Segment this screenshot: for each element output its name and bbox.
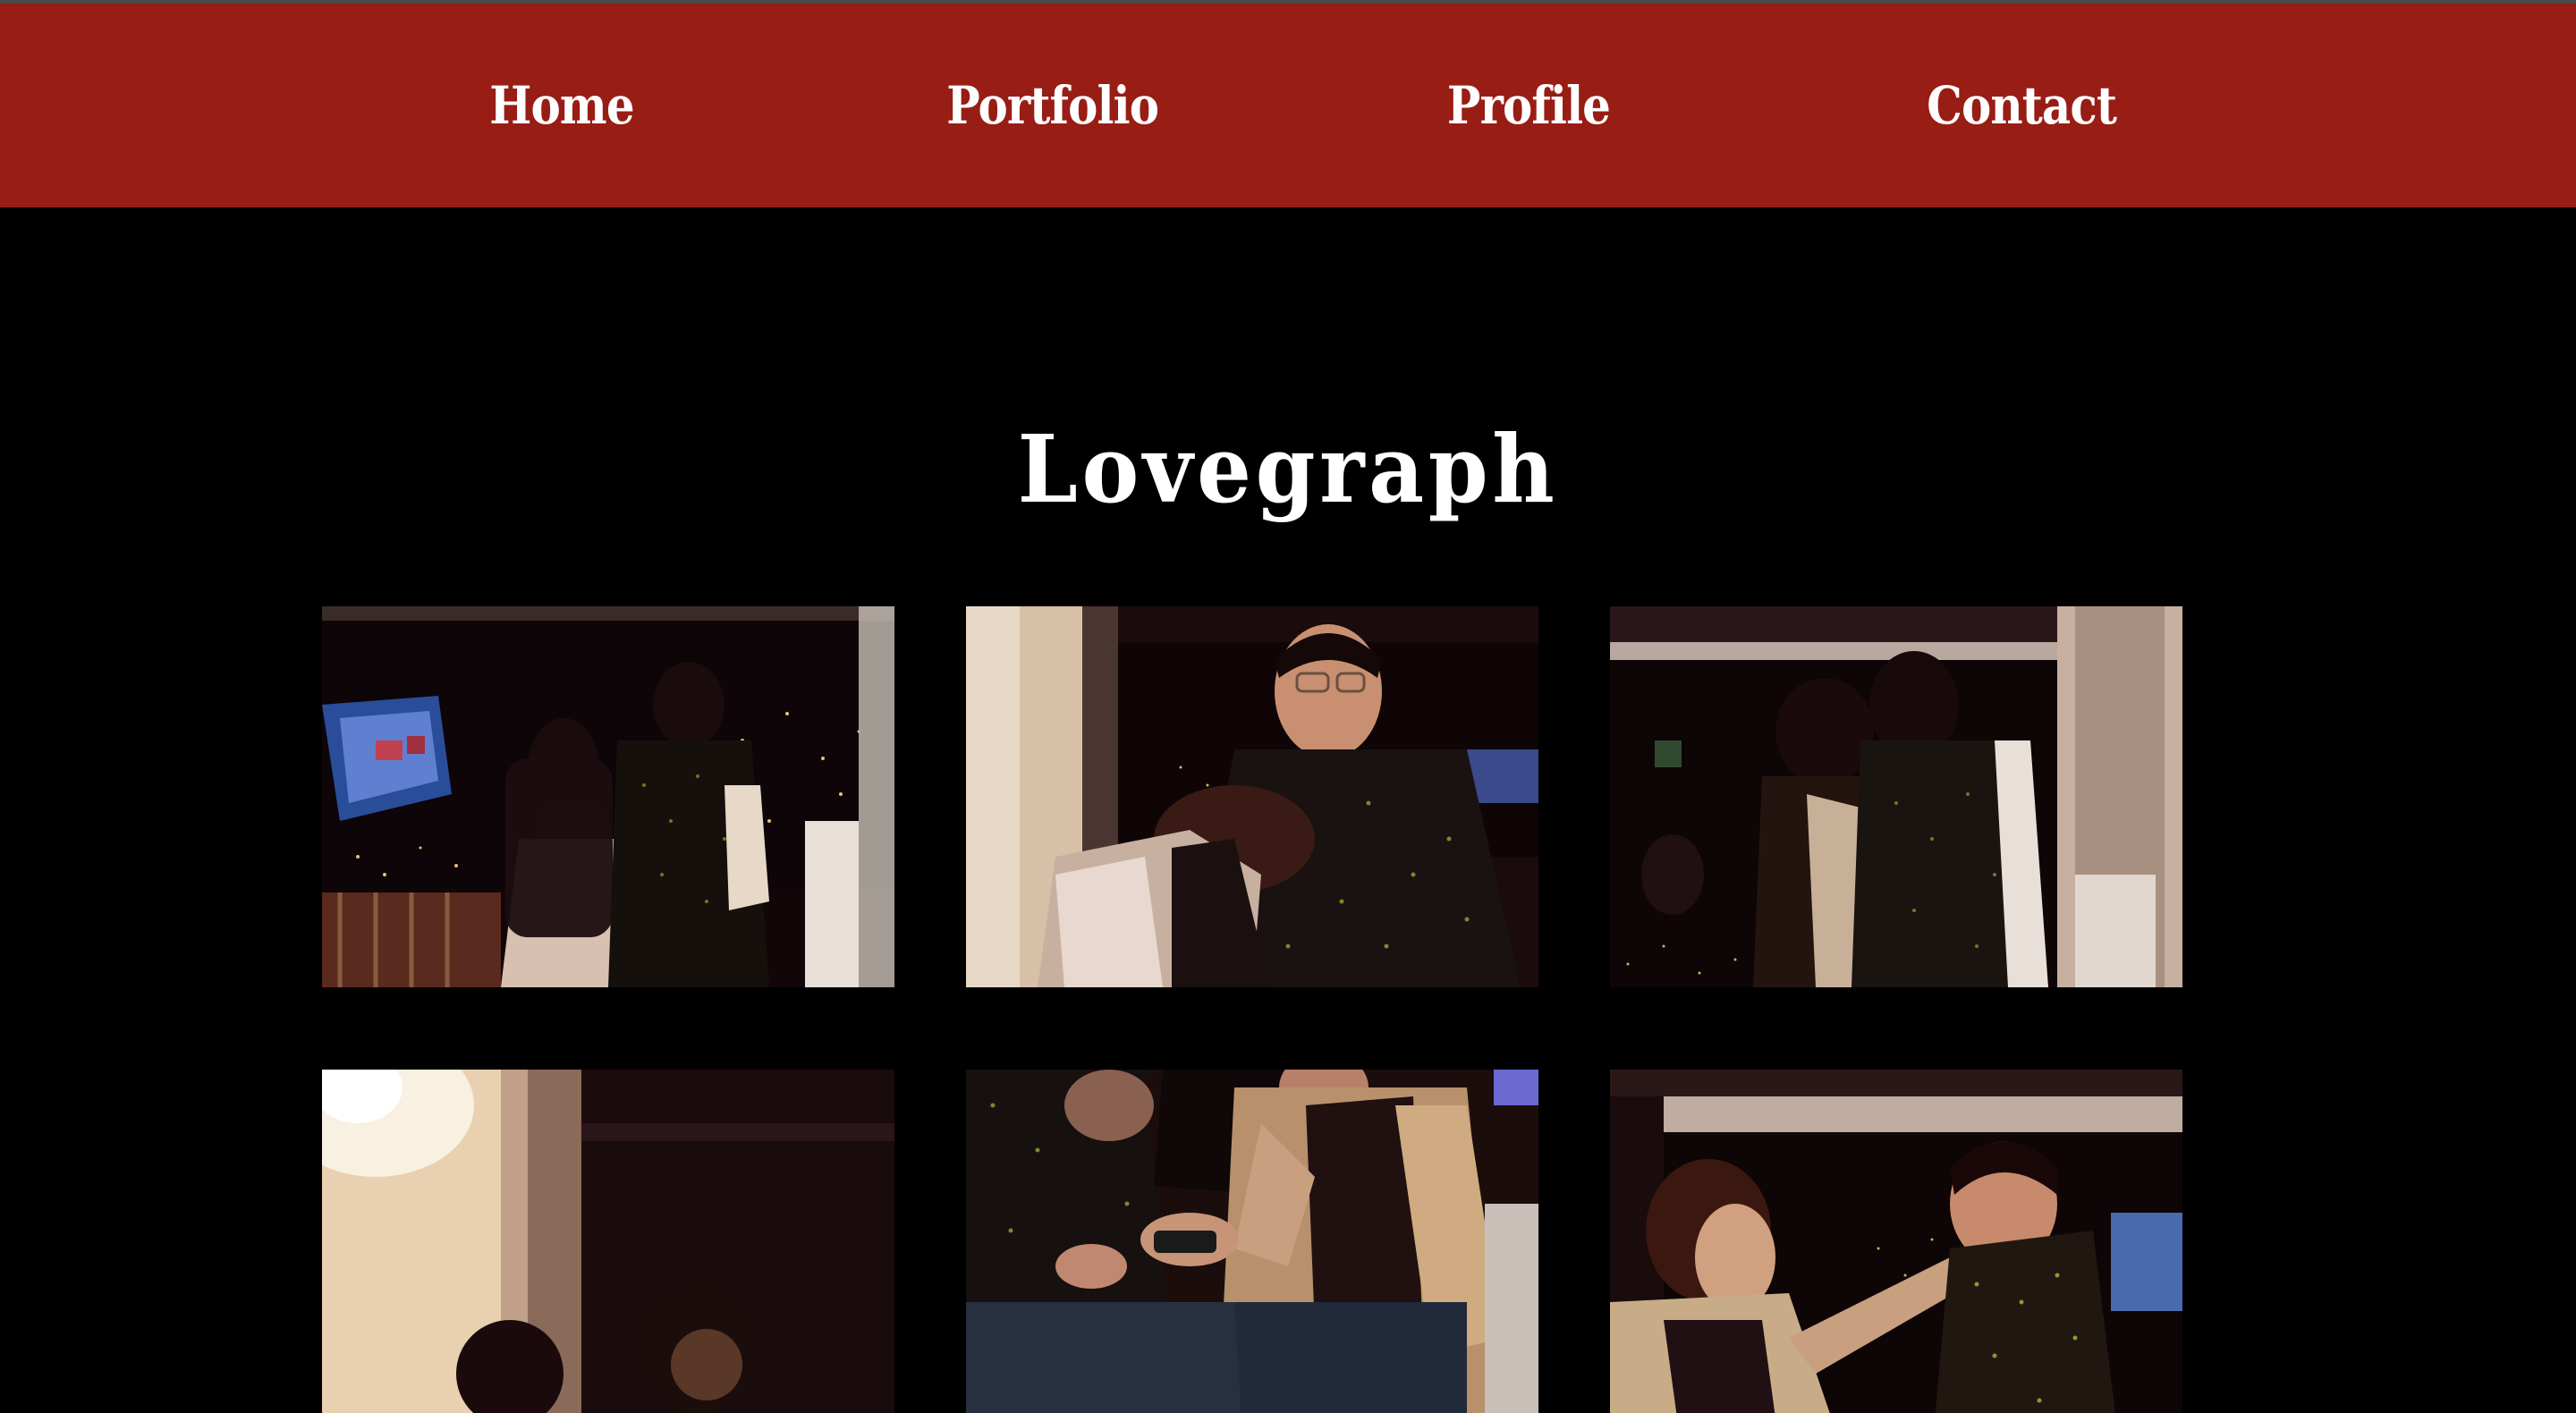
page-title: Lovegraph [1017, 413, 1559, 524]
navbar: Home Portfolio Profile Contact [0, 4, 2576, 207]
photo-woman-touching-face[interactable] [1610, 1070, 2182, 1413]
nav-portfolio-link[interactable]: Portfolio [946, 4, 1159, 207]
photo-man-laughing[interactable] [966, 606, 1538, 987]
photo-couple-under-lamp[interactable] [322, 1070, 894, 1413]
photo-couple-with-phone[interactable] [966, 1070, 1538, 1413]
nav-home-link[interactable]: Home [485, 4, 639, 207]
nav-contact-link[interactable]: Contact [1927, 4, 2117, 207]
photo-couple-at-night-view[interactable] [322, 606, 894, 987]
photo-couple-by-window[interactable] [1610, 606, 2182, 987]
nav-profile-link[interactable]: Profile [1440, 4, 1617, 207]
